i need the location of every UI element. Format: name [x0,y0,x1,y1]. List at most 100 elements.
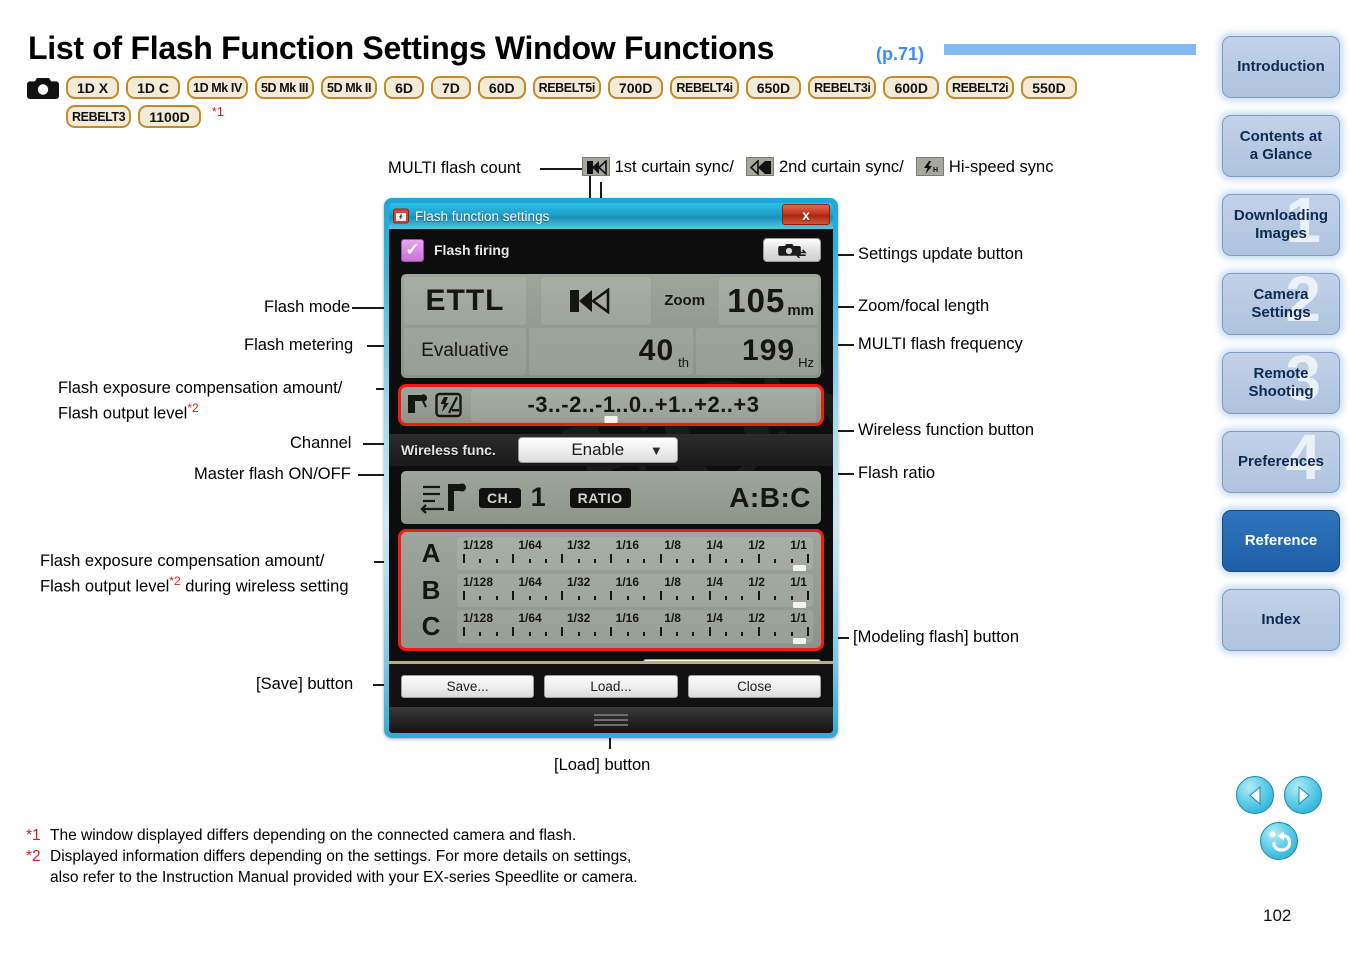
group-output-pointer[interactable] [793,601,806,608]
group-scale-ticks [463,590,809,602]
sidebar-item-label: Reference [1244,532,1318,549]
scale-tick [577,559,580,563]
annotation-fec-wireless-line2a: Flash output level [40,577,170,596]
group-scale-label: 1/4 [706,611,723,625]
scale-tick [544,595,547,600]
camera-badge: 5D Mk III [254,76,315,99]
close-button[interactable]: Close [687,675,821,698]
sidebar-item-remote[interactable]: 3 Remote Shooting [1222,352,1340,414]
camera-badge: 1D X [66,76,120,99]
sidebar-item-preferences[interactable]: 4 Preferences [1222,431,1340,493]
multi-flash-count-unit: th [678,355,689,370]
flash-ratio-value[interactable]: A:B:C [729,482,811,514]
dialog-footer: Save... Load... Close [389,661,833,733]
annotation-fec-wireless-line1: Flash exposure compensation amount/ [40,552,325,570]
previous-page-icon[interactable] [1236,776,1274,814]
wireless-function-label: Wireless func. [401,442,496,458]
camera-badge: 7D [431,76,471,99]
camera-badge: REBELT3 [66,105,132,128]
scale-tick [643,559,646,563]
resize-grip[interactable] [389,707,833,733]
zoom-value-cell[interactable]: 105 mm [718,277,818,325]
group-output-scale[interactable]: 1/128 1/64 1/32 1/16 1/8 1/4 1/2 1/1 [457,610,813,644]
fec-pointer[interactable] [604,416,618,423]
sidebar-item-downloading[interactable]: 1 Downloading Images [1222,194,1340,256]
scale-tick [463,554,465,563]
hi-speed-sync-label: Hi-speed sync [948,158,1054,176]
scale-tick [594,595,597,600]
camera-badge: 700D [607,76,664,99]
wireless-group-row: C 1/128 1/64 1/32 1/16 1/8 1/4 1/2 1/1 [405,609,813,644]
scale-tick [741,595,744,600]
multi-flash-count-cell[interactable]: 40th [529,327,693,375]
sidebar-item-label: Camera Settings [1251,286,1311,321]
group-scale-label: 1/128 [463,611,494,625]
camera-badge: 650D [745,76,802,99]
sidebar-item-contents-at[interactable]: Contents at a Glance [1222,115,1340,177]
svg-text:H: H [933,167,938,174]
group-output-pointer[interactable] [793,638,806,644]
footnote-row: *2 Displayed information differs dependin… [26,846,638,867]
scale-tick [512,590,515,600]
group-scale-label: 1/8 [664,574,681,589]
footnote-marker [26,867,50,888]
footnote-row: *1 The window displayed differs depending… [26,825,638,846]
lcd-row-top: ETTL Zoom 105 mm [404,277,818,325]
group-output-pointer[interactable] [793,565,806,571]
scale-tick [479,632,482,636]
flash-firing-checkbox[interactable]: ✓ [401,238,424,262]
channel-value[interactable]: 1 [531,482,546,513]
page-title: List of Flash Function Settings Window F… [28,30,775,66]
annotation-load-button: [Load] button [554,756,651,774]
group-scale-label: 1/2 [748,538,765,552]
flash-metering-value[interactable]: Evaluative [404,327,526,375]
annotation-flash-exposure-compensation: Flash exposure compensation amount/ Flas… [58,378,342,424]
sidebar-item-label: Contents at a Glance [1239,128,1323,163]
scale-tick [495,632,498,636]
camera-badge: REBELT2i [945,76,1015,99]
annotation-flash-mode: Flash mode [264,298,351,316]
return-icon[interactable] [1260,822,1298,860]
sidebar-item-camera[interactable]: 2 Camera Settings [1222,273,1340,335]
annotation-fec-line2: Flash output level [58,404,188,423]
scale-tick [725,632,728,636]
wireless-function-button[interactable]: Enable ▼ [517,437,678,463]
close-icon[interactable]: x [782,204,830,225]
dialog-titlebar[interactable]: Flash function settings x [389,203,833,229]
second-curtain-sync-label: 2nd curtain sync/ [779,158,904,176]
multi-flash-frequency-cell[interactable]: 199 Hz [696,327,818,375]
scale-tick [725,559,728,563]
flash-exposure-compensation-bar[interactable]: -3..-2..-1..0..+1..+2..+3 [398,384,824,426]
sidebar-item-index[interactable]: Index [1222,589,1340,651]
multi-flash-count-value: 40 [638,334,675,368]
sidebar-item-label: Downloading Images [1233,207,1329,242]
group-output-scale[interactable]: 1/128 1/64 1/32 1/16 1/8 1/4 1/2 1/1 [457,573,813,608]
page-reference-link[interactable]: (p.71) [876,44,924,65]
group-scale-labels: 1/128 1/64 1/32 1/16 1/8 1/4 1/2 1/1 [463,537,807,552]
sidebar-item-reference[interactable]: Reference [1222,510,1340,572]
flash-firing-label: Flash firing [434,242,510,258]
lcd-spacer [529,277,538,325]
scale-tick [528,595,531,600]
camera-icon [27,76,59,100]
zoom-unit: mm [787,301,814,319]
scale-tick [741,632,744,636]
scale-tick [692,595,695,600]
dialog-body: EOS ✓ Flash firing ETTL [389,229,833,733]
next-page-icon[interactable] [1284,776,1322,814]
scale-tick [807,590,809,600]
footnotes: *1 The window displayed differs depending… [26,825,638,888]
fec-icon-group [406,392,463,418]
flash-mode-value[interactable]: ETTL [404,277,526,325]
sidebar-item-introduction[interactable]: Introduction [1222,36,1340,98]
save-button[interactable]: Save... [401,675,535,698]
settings-update-button[interactable] [763,238,821,262]
load-button[interactable]: Load... [544,675,678,698]
master-flash-icon[interactable] [411,481,479,515]
scale-tick [512,627,515,636]
footnote-row: also refer to the Instruction Manual pro… [26,867,638,888]
group-output-scale[interactable]: 1/128 1/64 1/32 1/16 1/8 1/4 1/2 1/1 [457,537,813,571]
sync-mode-value[interactable] [540,277,651,325]
camera-badges-row-1: 1D X 1D C 1D Mk IV 5D Mk III 5D Mk II 6D 7D 60D… [66,76,1077,99]
annotation-fec-wireless: Flash exposure compensation amount/ Flas… [40,551,349,597]
